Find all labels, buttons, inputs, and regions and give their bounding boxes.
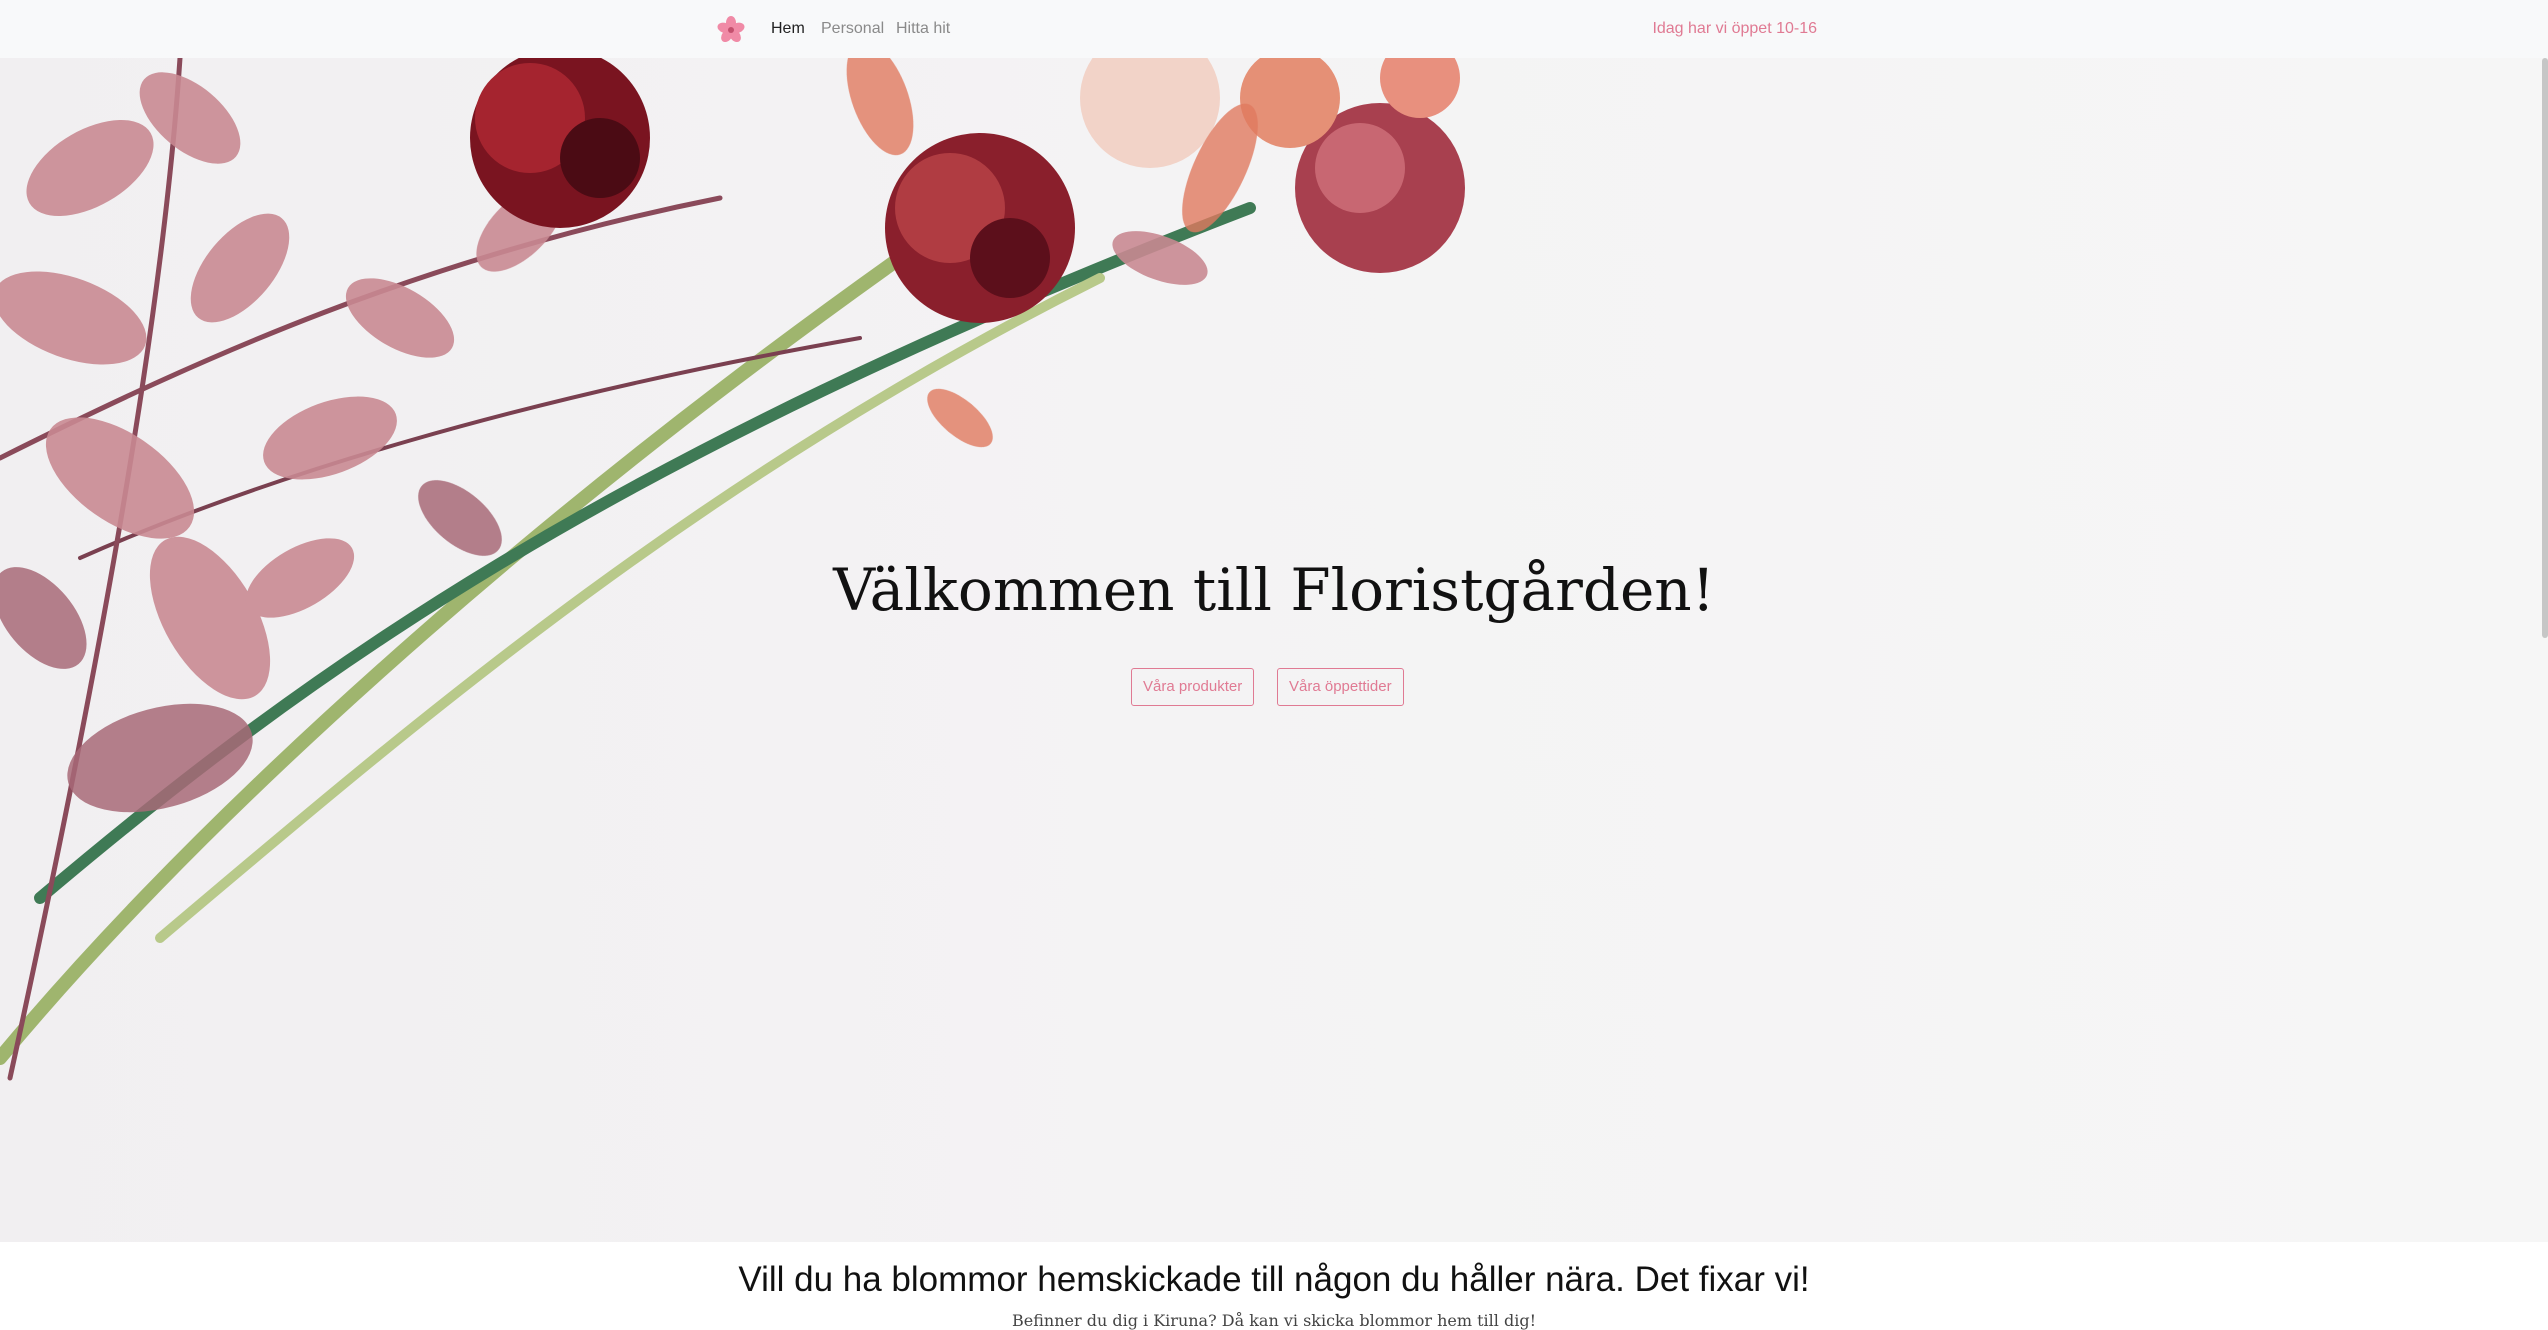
opening-hours-text: Idag har vi öppet 10-16 bbox=[1652, 20, 1817, 37]
delivery-section: Vill du ha blommor hemskickade till någo… bbox=[0, 1242, 2548, 1330]
flower-background-image bbox=[0, 58, 1465, 1081]
hero-title: Välkommen till Floristgården! bbox=[833, 556, 1715, 624]
hero: Välkommen till Floristgården! Våra produ… bbox=[0, 58, 2548, 1242]
nav-link-hem[interactable]: Hem bbox=[771, 0, 805, 58]
products-button[interactable]: Våra produkter bbox=[1131, 668, 1255, 706]
scrollbar[interactable] bbox=[2542, 58, 2548, 638]
opening-hours-button[interactable]: Våra öppettider bbox=[1277, 668, 1404, 706]
delivery-title: Vill du ha blommor hemskickade till någo… bbox=[738, 1260, 1810, 1299]
nav-link-personal[interactable]: Personal bbox=[821, 0, 884, 58]
nav-link-hitta-hit[interactable]: Hitta hit bbox=[896, 0, 950, 58]
navbar: Hem Personal Hitta hit Idag har vi öppet… bbox=[0, 0, 2548, 58]
delivery-subtitle: Befinner du dig i Kiruna? Då kan vi skic… bbox=[1011, 1311, 1537, 1330]
flower-icon[interactable] bbox=[716, 15, 746, 45]
